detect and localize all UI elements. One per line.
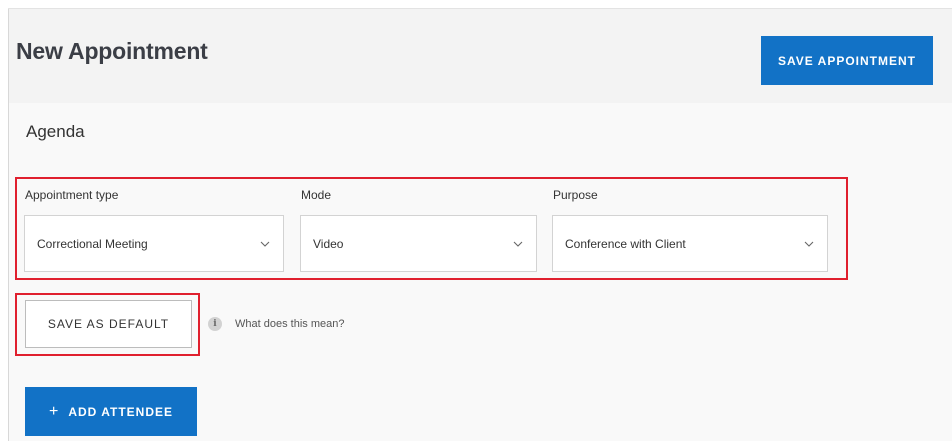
chevron-down-icon (259, 238, 271, 250)
appointment-type-value: Correctional Meeting (37, 236, 148, 251)
what-does-this-mean-link[interactable]: What does this mean? (235, 318, 344, 330)
purpose-label: Purpose (553, 188, 598, 202)
appointment-type-select[interactable]: Correctional Meeting (24, 215, 284, 272)
save-as-default-button[interactable]: SAVE AS DEFAULT (25, 300, 192, 348)
add-attendee-label: ADD ATTENDEE (68, 404, 173, 419)
agenda-section-title: Agenda (26, 122, 85, 141)
purpose-select[interactable]: Conference with Client (552, 215, 828, 272)
purpose-value: Conference with Client (565, 236, 686, 251)
save-appointment-button[interactable]: SAVE APPOINTMENT (761, 36, 933, 85)
chevron-down-icon (803, 238, 815, 250)
plus-icon: + (48, 402, 59, 420)
mode-value: Video (313, 236, 344, 251)
add-attendee-button[interactable]: + ADD ATTENDEE (25, 387, 197, 436)
mode-label: Mode (301, 188, 332, 202)
mode-select[interactable]: Video (300, 215, 537, 272)
chevron-down-icon (512, 238, 524, 250)
page-title: New Appointment (16, 38, 208, 64)
appointment-type-label: Appointment type (25, 188, 119, 202)
info-icon[interactable]: i (208, 317, 222, 331)
